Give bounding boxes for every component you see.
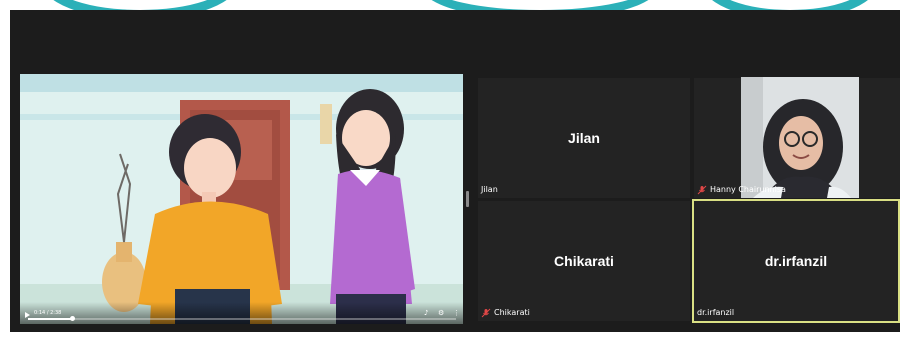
mic-muted-icon	[481, 308, 491, 318]
more-vert-icon[interactable]: ⋮	[453, 309, 460, 317]
progress-bar[interactable]	[28, 316, 456, 321]
participant-label: Hanny Chairunnisa	[697, 185, 786, 195]
progress-fill	[28, 318, 73, 320]
participant-camera-feed	[741, 77, 859, 198]
shared-video[interactable]: 0:14 / 2:38 ♪ ⚙ ⋮	[20, 74, 463, 324]
participant-name: Chikarati	[554, 253, 614, 269]
participant-name: Jilan	[568, 130, 600, 146]
participant-label: Jilan	[481, 185, 498, 195]
participant-name: dr.irfanzil	[764, 253, 828, 269]
video-time: 0:14 / 2:38	[34, 310, 62, 316]
participant-tile-chikarati[interactable]: Chikarati Chikarati	[478, 201, 690, 321]
participant-label: Chikarati	[481, 308, 530, 318]
participant-label: dr.irfanzil	[697, 308, 734, 318]
participant-tile-dr-irfanzil[interactable]: dr.irfanzil dr.irfanzil	[692, 199, 900, 323]
participant-label-text: Hanny Chairunnisa	[710, 185, 786, 194]
participant-label-text: dr.irfanzil	[697, 308, 735, 317]
video-frame	[20, 74, 463, 324]
mic-muted-icon	[697, 185, 707, 195]
volume-icon[interactable]: ♪	[424, 309, 428, 317]
bottom-strip	[0, 332, 900, 339]
video-controls: 0:14 / 2:38 ♪ ⚙ ⋮	[20, 302, 463, 324]
progress-knob[interactable]	[70, 316, 76, 321]
settings-icon[interactable]: ⚙	[438, 309, 444, 317]
participant-label-text: Chikarati	[494, 308, 530, 317]
participant-tile-jilan[interactable]: Jilan Jilan	[478, 78, 690, 198]
panel-resize-handle[interactable]	[466, 191, 469, 207]
participant-label-text: Jilan	[481, 185, 498, 194]
